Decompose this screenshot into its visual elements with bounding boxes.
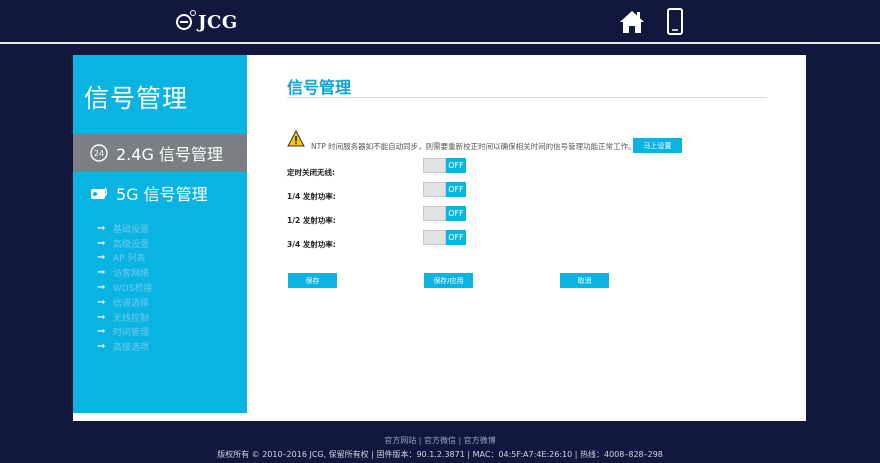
mobile-phone-icon[interactable] xyxy=(667,8,683,35)
submenu-item[interactable]: ➞ 访客网络 xyxy=(97,265,247,280)
svg-text:24: 24 xyxy=(94,149,104,158)
three-quarter-power-toggle[interactable]: OFF xyxy=(423,230,466,245)
save-apply-button[interactable]: 保存/应用 xyxy=(424,273,473,288)
sidebar-title: 信号管理 xyxy=(84,84,189,113)
brand-logo[interactable]: JCG xyxy=(176,10,238,34)
submenu-item[interactable]: ➞ WDS桥接 xyxy=(97,280,247,295)
warning-icon xyxy=(287,130,305,147)
arrow-right-icon: ➞ xyxy=(97,252,106,264)
timed-wireless-off-label: 定时关闭无线: xyxy=(287,168,335,177)
toggle-state: OFF xyxy=(446,206,466,221)
toggle-state: OFF xyxy=(446,182,466,197)
half-power-label: 1/2 发射功率: xyxy=(287,216,336,225)
quarter-power-label: 1/4 发射功率: xyxy=(287,192,336,201)
page-title: 信号管理 xyxy=(287,78,352,97)
set-now-button[interactable]: 马上设置 xyxy=(633,138,682,153)
toggle-knob xyxy=(423,206,446,221)
header-divider xyxy=(0,42,880,44)
submenu-item[interactable]: ➞ 基础设置 xyxy=(97,221,247,236)
toggle-knob xyxy=(423,182,446,197)
title-divider xyxy=(287,97,767,98)
toggle-knob xyxy=(423,158,446,173)
submenu-item[interactable]: ➞ 高级选项 xyxy=(97,339,247,354)
toggle-state: OFF xyxy=(446,158,466,173)
submenu-item[interactable]: ➞ 高级设置 xyxy=(97,236,247,251)
arrow-right-icon: ➞ xyxy=(97,267,106,279)
save-button[interactable]: 保存 xyxy=(288,273,337,288)
toggle-state: OFF xyxy=(446,230,466,245)
cancel-button[interactable]: 取消 xyxy=(560,273,609,288)
sidebar-item-2.4g[interactable]: 24 2.4G 信号管理 xyxy=(73,134,247,172)
arrow-right-icon: ➞ xyxy=(97,341,106,353)
5g-icon xyxy=(91,187,108,199)
submenu-item[interactable]: ➞ 信道选择 xyxy=(97,295,247,310)
toggle-knob xyxy=(423,230,446,245)
arrow-right-icon: ➞ xyxy=(97,311,106,323)
2.4g-icon: 24 xyxy=(90,144,108,162)
sidebar-item-label: 5G 信号管理 xyxy=(116,185,208,204)
three-quarter-power-label: 3/4 发射功率: xyxy=(287,240,336,249)
sidebar-item-label: 2.4G 信号管理 xyxy=(116,145,223,164)
brand-name: JCG xyxy=(198,11,238,33)
submenu-item[interactable]: ➞ 无线控制 xyxy=(97,310,247,325)
submenu-item[interactable]: ➞ 时间管理 xyxy=(97,325,247,340)
home-icon[interactable] xyxy=(619,9,645,35)
half-power-toggle[interactable]: OFF xyxy=(423,206,466,221)
timed-wireless-off-toggle[interactable]: OFF xyxy=(423,158,466,173)
quarter-power-toggle[interactable]: OFF xyxy=(423,182,466,197)
arrow-right-icon: ➞ xyxy=(97,282,106,294)
ntp-notice: NTP 时间服务器如不能自动同步，则需要重新校正时间以确保相关时间的信号管理功能… xyxy=(311,142,636,151)
arrow-right-icon: ➞ xyxy=(97,326,106,338)
jcg-logo-icon xyxy=(176,10,196,30)
arrow-right-icon: ➞ xyxy=(97,222,106,234)
sidebar: 信号管理 24 2.4G 信号管理 5G 信号管理 ➞ 基础设置 ➞ 高级设置 ➞ A… xyxy=(73,55,247,413)
content-panel: 信号管理 NTP 时间服务器如不能自动同步，则需要重新校正时间以确保相关时间的信… xyxy=(257,57,797,411)
arrow-right-icon: ➞ xyxy=(97,296,106,308)
top-bar: JCG xyxy=(0,0,880,42)
footer-links[interactable]: 官方网站 | 官方微信 | 官方微博 xyxy=(0,435,880,446)
sidebar-submenu: ➞ 基础设置 ➞ 高级设置 ➞ AP 列表 ➞ 访客网络 ➞ WDS桥接 ➞ 信道选择 ➞ 无… xyxy=(97,221,247,354)
footer-copyright: 版权所有 © 2010–2016 JCG, 保留所有权 | 固件版本：90.1.… xyxy=(217,450,663,459)
submenu-item[interactable]: ➞ AP 列表 xyxy=(97,251,247,266)
sidebar-item-5g[interactable]: 5G 信号管理 xyxy=(73,174,247,212)
arrow-right-icon: ➞ xyxy=(97,237,106,249)
